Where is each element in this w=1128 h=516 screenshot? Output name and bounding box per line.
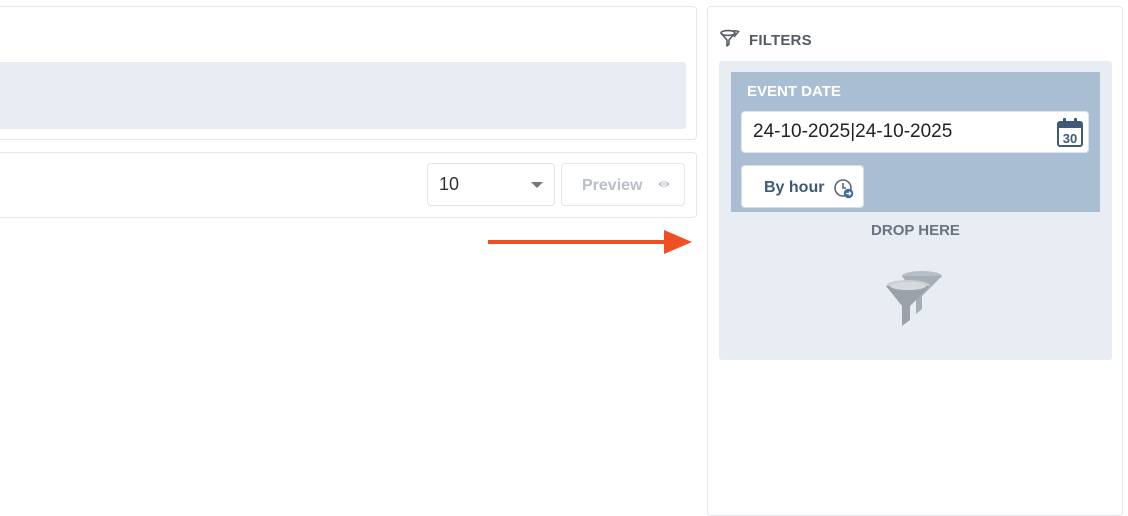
funnel-icon xyxy=(719,28,741,53)
calendar-icon[interactable]: 30 xyxy=(1055,117,1085,154)
date-range-value: 24-10-2025|24-10-2025 xyxy=(753,121,953,142)
granularity-button[interactable]: By hour xyxy=(741,165,864,208)
annotation-arrow-icon xyxy=(488,228,694,261)
rows-per-page-value: 10 xyxy=(439,174,460,194)
preview-button[interactable]: Preview xyxy=(561,163,685,206)
rows-per-page-select[interactable]: 10 xyxy=(427,163,555,206)
granularity-label: By hour xyxy=(764,179,825,196)
clock-icon xyxy=(833,178,855,205)
svg-text:30: 30 xyxy=(1063,131,1077,146)
filters-title: FILTERS xyxy=(749,31,812,49)
preview-label: Preview xyxy=(582,177,643,194)
funnel-stack-icon xyxy=(884,268,946,333)
drop-here-label: DROP HERE xyxy=(871,222,960,239)
date-range-input[interactable]: 24-10-2025|24-10-2025 30 xyxy=(741,111,1089,153)
event-date-label: EVENT DATE xyxy=(747,83,841,100)
chevron-down-icon xyxy=(531,182,543,188)
event-date-filter-card[interactable]: EVENT DATE 24-10-2025|24-10-2025 30 By h… xyxy=(731,72,1100,212)
query-drop-zone[interactable] xyxy=(0,62,686,129)
filters-header: FILTERS xyxy=(719,28,812,53)
eye-icon xyxy=(657,177,671,196)
query-panel xyxy=(0,6,697,140)
